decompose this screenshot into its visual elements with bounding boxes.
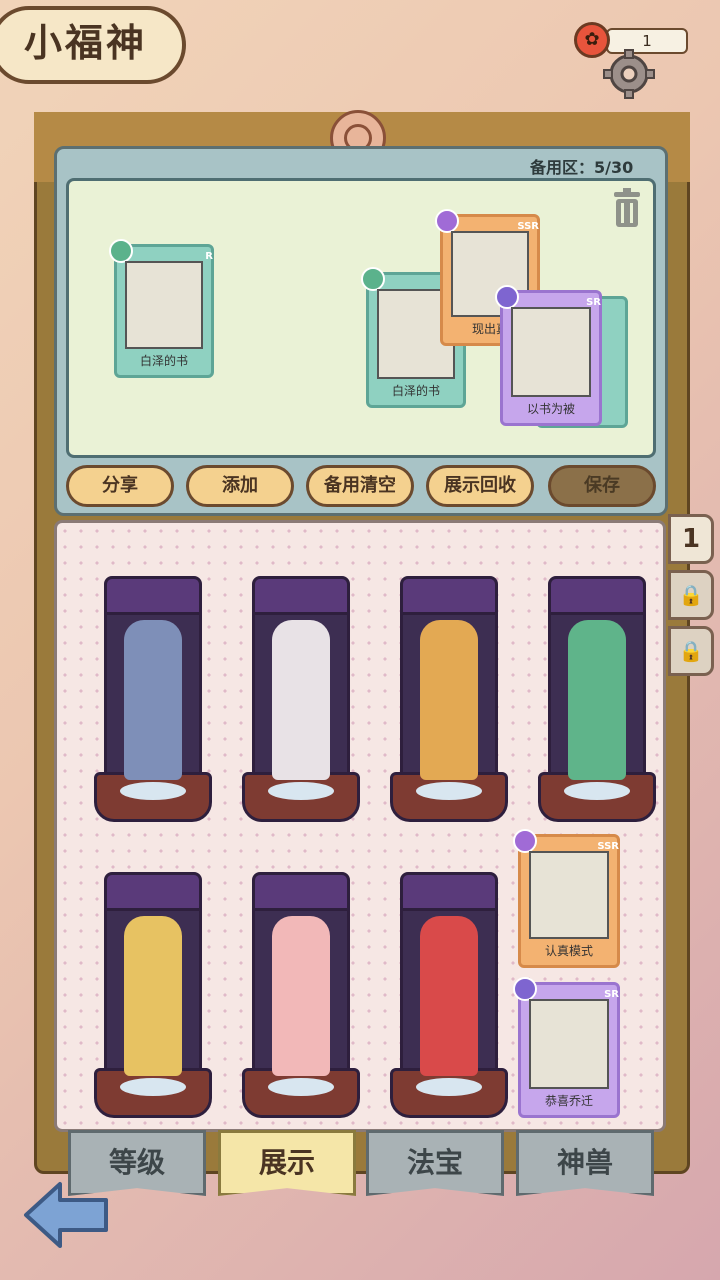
star-badge [513, 977, 537, 1001]
card-label: 恭喜乔迁 [544, 1094, 593, 1108]
share-button[interactable]: 分享 [66, 465, 174, 507]
stand-disc [120, 782, 186, 800]
gear-icon[interactable] [598, 48, 660, 100]
star-badge [109, 239, 133, 263]
stand-disc [564, 782, 630, 800]
stand-disc [416, 782, 482, 800]
save-button[interactable]: 保存 [548, 465, 656, 507]
tab-beast[interactable]: 神兽 [516, 1130, 654, 1196]
display-card[interactable]: SSR 认真模式 [513, 829, 620, 968]
character-figure [568, 620, 626, 780]
page-tab-1[interactable]: 1 [668, 514, 714, 564]
stand-top [400, 576, 498, 616]
card-label: 认真模式 [544, 944, 593, 958]
character-figure [124, 916, 182, 1076]
character-figure [124, 620, 182, 780]
star-badge [435, 209, 459, 233]
back-arrow-icon[interactable] [22, 1180, 110, 1250]
page-title: 小福神 [24, 21, 148, 65]
card-art [511, 307, 591, 397]
stand-top [400, 872, 498, 912]
backup-count: 备用区：5/30 [530, 158, 634, 177]
character-figure [272, 620, 330, 780]
stand-disc [268, 782, 334, 800]
star-badge [513, 829, 537, 853]
character-stand[interactable] [94, 872, 212, 1122]
card-art [529, 999, 609, 1089]
backup-card[interactable]: R 白泽的书 [109, 239, 214, 378]
stand-top [252, 576, 350, 616]
star-badge [361, 267, 385, 291]
character-figure [420, 916, 478, 1076]
stand-top [252, 872, 350, 912]
character-stand[interactable] [390, 576, 508, 826]
lock-icon[interactable]: 🔒 [668, 570, 714, 620]
character-figure [420, 620, 478, 780]
character-stand[interactable] [538, 576, 656, 826]
tab-treasure[interactable]: 法宝 [366, 1130, 504, 1196]
lock-icon[interactable]: 🔒 [668, 626, 714, 676]
rarity-badge: R [205, 251, 213, 262]
card-art [529, 851, 609, 939]
stand-top [104, 872, 202, 912]
stand-disc [416, 1078, 482, 1096]
card-label: 白泽的书 [391, 384, 440, 398]
character-stand[interactable] [390, 872, 508, 1122]
character-stand[interactable] [242, 872, 360, 1122]
tab-display[interactable]: 展示 [218, 1130, 356, 1196]
character-stand[interactable] [94, 576, 212, 826]
stand-top [104, 576, 202, 616]
stand-disc [120, 1078, 186, 1096]
stand-disc [268, 1078, 334, 1096]
trash-icon[interactable] [612, 188, 642, 228]
card-art [125, 261, 203, 349]
recall-display-button[interactable]: 展示回收 [426, 465, 534, 507]
card-label: 以书为被 [526, 402, 575, 416]
stand-top [548, 576, 646, 616]
add-button[interactable]: 添加 [186, 465, 294, 507]
display-card[interactable]: SR 恭喜乔迁 [513, 977, 620, 1118]
star-badge [495, 285, 519, 309]
character-figure [272, 916, 330, 1076]
card-label: 白泽的书 [139, 354, 188, 368]
backup-card[interactable]: SR 以书为被 [495, 285, 602, 426]
clear-backup-button[interactable]: 备用清空 [306, 465, 414, 507]
character-stand[interactable] [242, 576, 360, 826]
